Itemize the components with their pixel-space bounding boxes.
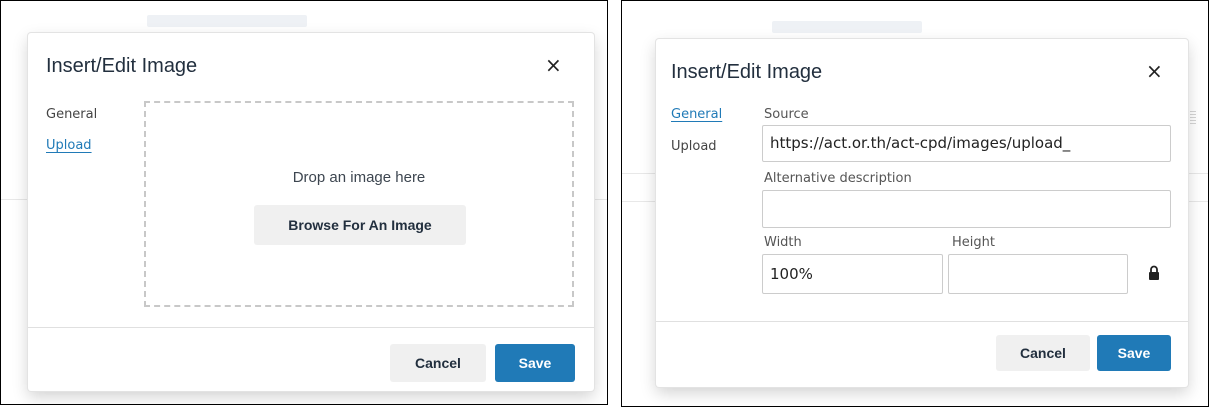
dialog-title: Insert/Edit Image: [671, 61, 823, 83]
source-label: Source: [764, 107, 809, 122]
background-placeholder: [772, 21, 922, 33]
lock-icon[interactable]: [1148, 265, 1160, 281]
cancel-button[interactable]: Cancel: [390, 344, 486, 382]
cancel-button[interactable]: Cancel: [996, 335, 1090, 371]
alt-description-input[interactable]: [762, 190, 1171, 228]
height-input[interactable]: [948, 254, 1128, 294]
image-dropzone[interactable]: Drop an image here Browse For An Image: [144, 101, 574, 307]
save-button[interactable]: Save: [495, 344, 575, 382]
source-input[interactable]: https://act.or.th/act-cpd/images/upload_: [762, 125, 1171, 162]
tab-upload[interactable]: Upload: [671, 139, 717, 154]
tab-general[interactable]: General: [671, 107, 722, 122]
tab-general[interactable]: General: [46, 107, 97, 122]
tab-upload[interactable]: Upload: [46, 138, 92, 153]
width-label: Width: [764, 235, 802, 250]
close-icon[interactable]: ×: [1146, 61, 1163, 81]
screenshot-panel-upload: Insert/Edit Image × General Upload Drop …: [0, 0, 608, 405]
save-button[interactable]: Save: [1097, 335, 1171, 371]
browse-image-button[interactable]: Browse For An Image: [254, 205, 466, 245]
background-grip: [1190, 111, 1196, 125]
insert-image-dialog: Insert/Edit Image × General Upload Drop …: [28, 33, 594, 391]
screenshot-panel-general: Insert/Edit Image × General Upload Sourc…: [621, 0, 1209, 407]
footer-divider: [656, 321, 1188, 322]
background-placeholder: [147, 15, 307, 27]
close-icon[interactable]: ×: [545, 55, 562, 75]
dropzone-label: Drop an image here: [292, 169, 426, 186]
dialog-title: Insert/Edit Image: [46, 55, 198, 77]
footer-divider: [28, 327, 594, 328]
insert-image-dialog: Insert/Edit Image × General Upload Sourc…: [656, 39, 1188, 387]
alt-description-label: Alternative description: [764, 171, 912, 186]
height-label: Height: [952, 235, 995, 250]
width-input[interactable]: 100%: [762, 254, 943, 294]
